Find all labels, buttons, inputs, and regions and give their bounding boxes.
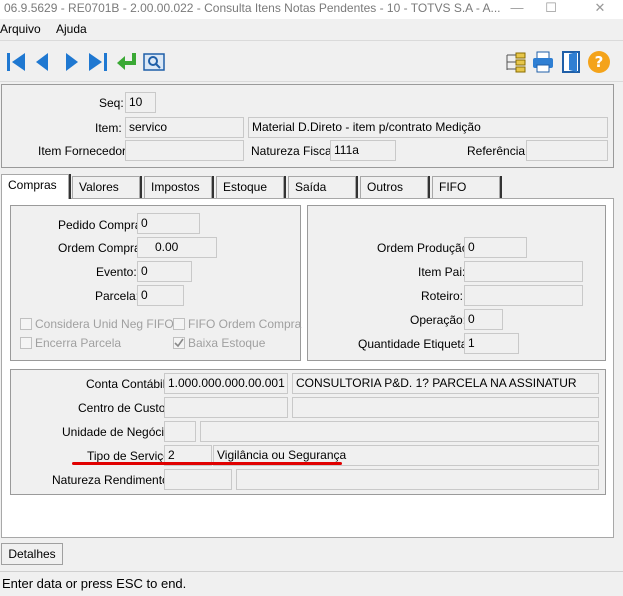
encerra-parcela-checkbox[interactable]: Encerra Parcela (20, 336, 121, 350)
checkbox-box (173, 337, 185, 349)
menu-ajuda[interactable]: Ajuda (56, 22, 87, 36)
item-fornecedor-label: Item Fornecedor: (38, 144, 130, 158)
print-icon[interactable] (531, 50, 555, 74)
tipo-servico-label: Tipo de Serviço: (87, 449, 174, 463)
quantidade-etiqueta-field[interactable]: 1 (464, 333, 519, 354)
minimize-button[interactable]: — (502, 0, 532, 19)
tab-fifo[interactable]: FIFO (432, 176, 500, 198)
seq-label: Seq: (99, 96, 124, 110)
next-record-icon[interactable] (59, 50, 83, 74)
roteiro-field[interactable] (464, 285, 583, 306)
conta-contabil-field[interactable]: 1.000.000.000.00.001 (164, 373, 288, 394)
baixa-estoque-label: Baixa Estoque (188, 336, 266, 350)
first-record-icon[interactable] (4, 50, 28, 74)
previous-record-icon[interactable] (31, 50, 55, 74)
tab-valores[interactable]: Valores (72, 176, 140, 198)
ordem-compra-label: Ordem Compra: (58, 241, 145, 255)
tab-impostos[interactable]: Impostos (144, 176, 212, 198)
item-pai-label: Item Pai: (418, 265, 466, 279)
detalhes-button[interactable]: Detalhes (1, 543, 63, 565)
seq-field[interactable]: 10 (125, 92, 156, 113)
operacao-field[interactable]: 0 (464, 309, 503, 330)
close-button[interactable]: ✕ (585, 0, 615, 19)
tab-saida[interactable]: Saída (288, 176, 356, 198)
considera-unid-label: Considera Unid Neg FIFO (35, 317, 174, 331)
conta-contabil-description[interactable]: CONSULTORIA P&D. 1? PARCELA NA ASSINATUR (292, 373, 599, 394)
window-title: 06.9.5629 - RE0701B - 2.00.00.022 - Cons… (4, 1, 501, 15)
tab-outros[interactable]: Outros (360, 176, 428, 198)
roteiro-label: Roteiro: (421, 289, 464, 303)
fifo-ordem-compra-label: FIFO Ordem Compra (188, 317, 302, 331)
unidade-negocio-label: Unidade de Negócio: (62, 425, 175, 439)
last-record-icon[interactable] (86, 50, 110, 74)
return-icon[interactable] (115, 50, 139, 74)
centro-custo-label: Centro de Custo: (78, 401, 169, 415)
item-description-field[interactable]: Material D.Direto - item p/contrato Medi… (248, 117, 608, 138)
parcela-label: Parcela: (95, 289, 140, 303)
tab-estoque[interactable]: Estoque (216, 176, 284, 198)
conta-contabil-label: Conta Contábil: (86, 377, 169, 391)
parcela-field[interactable]: 0 (137, 285, 184, 306)
ordem-producao-field[interactable]: 0 (464, 237, 527, 258)
tree-icon[interactable] (503, 50, 527, 74)
ordem-compra-field[interactable]: 0.00 (137, 237, 217, 258)
search-icon[interactable] (142, 50, 166, 74)
status-text: Enter data or press ESC to end. (2, 576, 187, 591)
menu-arquivo[interactable]: Arquivo (0, 22, 41, 36)
item-label: Item: (95, 121, 122, 135)
centro-custo-description[interactable] (292, 397, 599, 418)
referencia-label: Referência: (467, 144, 529, 158)
tab-compras[interactable]: Compras (1, 174, 69, 199)
checkbox-box (20, 318, 32, 330)
svg-text:?: ? (595, 53, 604, 71)
item-field[interactable]: servico (125, 117, 244, 138)
evento-field[interactable]: 0 (137, 261, 192, 282)
natureza-rendimento-field[interactable] (164, 469, 232, 490)
check-icon (174, 338, 184, 348)
baixa-estoque-checkbox[interactable]: Baixa Estoque (173, 336, 265, 350)
quantidade-etiqueta-label: Quantidade Etiqueta: (358, 337, 471, 351)
help-icon[interactable]: ? (587, 50, 611, 74)
pedido-compra-label: Pedido Compra: (58, 218, 145, 232)
referencia-field[interactable] (526, 140, 608, 161)
title-bar: 06.9.5629 - RE0701B - 2.00.00.022 - Cons… (0, 0, 623, 19)
unidade-negocio-field[interactable] (164, 421, 196, 442)
status-bar: Enter data or press ESC to end. (0, 571, 623, 596)
natureza-rendimento-label: Natureza Rendimento: (52, 473, 173, 487)
pedido-compra-field[interactable]: 0 (137, 213, 200, 234)
ordem-producao-label: Ordem Produção: (377, 241, 472, 255)
checkbox-box (173, 318, 185, 330)
exit-icon[interactable] (559, 50, 583, 74)
natureza-fiscal-label: Natureza Fiscal (251, 144, 335, 158)
centro-custo-field[interactable] (164, 397, 288, 418)
item-fornecedor-field[interactable] (125, 140, 244, 161)
highlight-underline (72, 462, 342, 465)
operacao-label: Operação: (410, 313, 467, 327)
evento-label: Evento: (96, 265, 137, 279)
toolbar: ? (0, 40, 623, 82)
considera-unid-checkbox[interactable]: Considera Unid Neg FIFO (20, 317, 174, 331)
fifo-ordem-compra-checkbox[interactable]: FIFO Ordem Compra (173, 317, 301, 331)
encerra-parcela-label: Encerra Parcela (35, 336, 122, 350)
natureza-fiscal-field[interactable]: 111a (330, 140, 396, 161)
unidade-negocio-description[interactable] (200, 421, 599, 442)
maximize-button[interactable]: ☐ (536, 0, 566, 19)
checkbox-box (20, 337, 32, 349)
natureza-rendimento-description[interactable] (236, 469, 599, 490)
item-pai-field[interactable] (464, 261, 583, 282)
menu-bar: Arquivo Ajuda (0, 19, 623, 39)
